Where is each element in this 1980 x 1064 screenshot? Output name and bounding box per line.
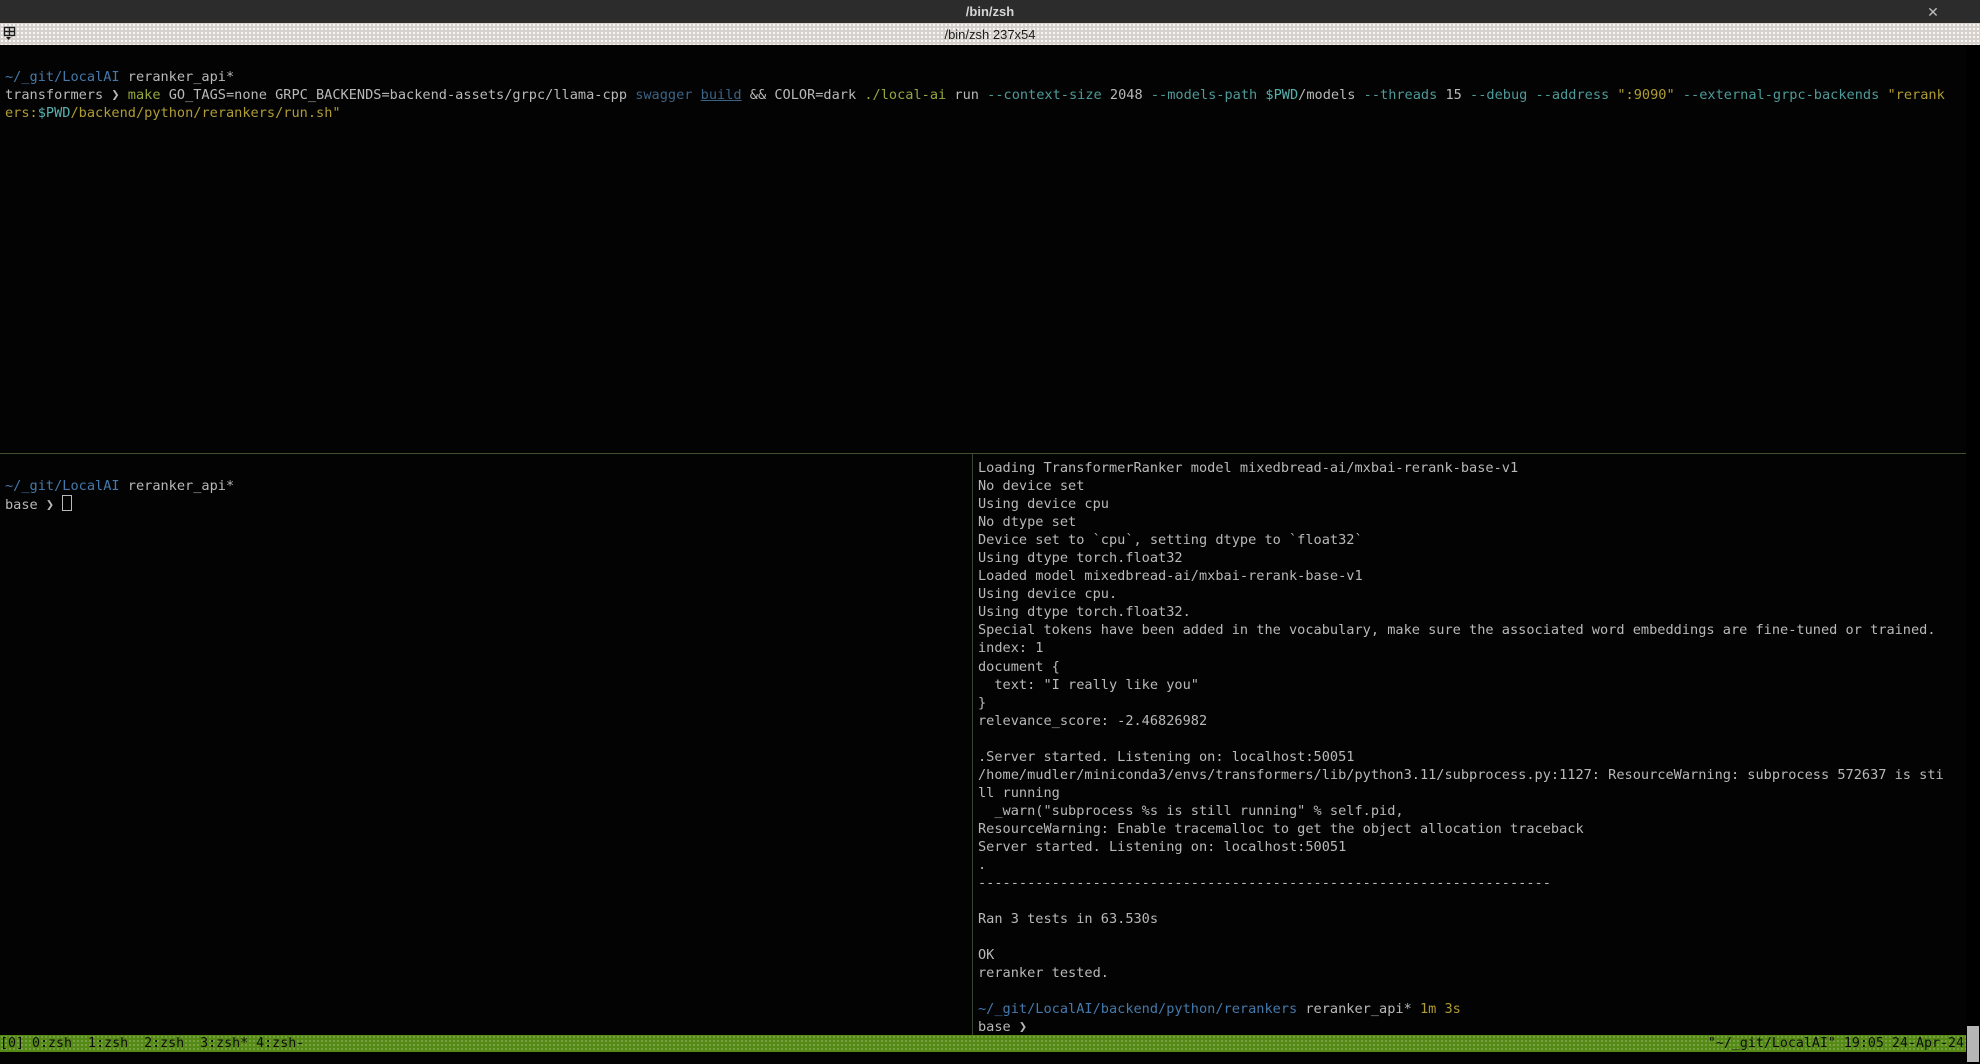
terminal-line: }	[978, 694, 1961, 712]
terminal-line: No dtype set	[978, 513, 1961, 531]
terminal-line: Server started. Listening on: localhost:…	[978, 838, 1961, 856]
terminal-line: ~/_git/LocalAI reranker_api*	[5, 477, 967, 495]
statusbar-path-clock: "~/_git/LocalAI" 19:05 24-Apr-24	[1708, 1035, 1964, 1052]
terminal-line: index: 1	[978, 639, 1961, 657]
terminal-line: Using dtype torch.float32	[978, 549, 1961, 567]
terminal-line: ~/_git/LocalAI/backend/python/rerankers …	[978, 1000, 1961, 1018]
terminal-line: Loaded model mixedbread-ai/mxbai-rerank-…	[978, 567, 1961, 585]
terminal-line: Device set to `cpu`, setting dtype to `f…	[978, 531, 1961, 549]
terminal-line: text: "I really like you"	[978, 676, 1961, 694]
terminal-line: _warn("subprocess %s is still running" %…	[978, 802, 1961, 820]
window-titlebar: /bin/zsh ✕	[0, 0, 1980, 23]
statusbar-windows[interactable]: [0] 0:zsh 1:zsh 2:zsh 3:zsh* 4:zsh-	[0, 1035, 304, 1052]
tmux-statusbar: [0] 0:zsh 1:zsh 2:zsh 3:zsh* 4:zsh- "~/_…	[0, 1035, 1966, 1052]
pane-bottom-right[interactable]: Loading TransformerRanker model mixedbre…	[973, 454, 1966, 1035]
terminal-line: ers:$PWD/backend/python/rerankers/run.sh…	[5, 104, 1961, 122]
terminal-line: No device set	[978, 477, 1961, 495]
terminal-line: ~/_git/LocalAI reranker_api*	[5, 68, 1961, 86]
terminal-line: Using dtype torch.float32.	[978, 603, 1961, 621]
terminal-line: /home/mudler/miniconda3/envs/transformer…	[978, 766, 1961, 784]
terminal-line: reranker tested.	[978, 964, 1961, 982]
terminal-line: .Server started. Listening on: localhost…	[978, 748, 1961, 766]
terminal-line: Ran 3 tests in 63.530s	[978, 910, 1961, 928]
terminal-line: ResourceWarning: Enable tracemalloc to g…	[978, 820, 1961, 838]
pane-top[interactable]: ~/_git/LocalAI reranker_api*transformers…	[0, 45, 1966, 453]
terminal-line: Special tokens have been added in the vo…	[978, 621, 1961, 639]
terminal-line: .	[978, 856, 1961, 874]
tab-title: /bin/zsh 237x54	[0, 27, 1980, 42]
terminal-line	[978, 730, 1961, 748]
terminal-line: Using device cpu.	[978, 585, 1961, 603]
terminal-line: OK	[978, 946, 1961, 964]
terminal-line	[5, 50, 1961, 68]
terminal-line: Using device cpu	[978, 495, 1961, 513]
scrollbar-thumb[interactable]	[1967, 1026, 1979, 1062]
terminal-line: base ❯	[978, 1018, 1961, 1035]
terminal-line: transformers ❯ make GO_TAGS=none GRPC_BA…	[5, 86, 1961, 104]
layout-grid-icon[interactable]	[3, 26, 19, 42]
close-icon[interactable]: ✕	[1924, 3, 1942, 21]
pane-bottom-left[interactable]: ~/_git/LocalAI reranker_api*base ❯	[0, 454, 972, 1035]
terminal-line: Loading TransformerRanker model mixedbre…	[978, 459, 1961, 477]
terminal-line: ----------------------------------------…	[978, 874, 1961, 892]
terminal-window: /bin/zsh ✕ /bin/zsh 237x54 ~/_git/LocalA…	[0, 0, 1980, 1064]
terminal-line	[978, 892, 1961, 910]
terminal-line	[5, 459, 967, 477]
terminal-area: ~/_git/LocalAI reranker_api*transformers…	[0, 45, 1980, 1064]
terminal-line: relevance_score: -2.46826982	[978, 712, 1961, 730]
window-title: /bin/zsh	[966, 4, 1014, 19]
terminal-line: document {	[978, 658, 1961, 676]
terminal-line: ll running	[978, 784, 1961, 802]
tab-bar[interactable]: /bin/zsh 237x54	[0, 23, 1980, 45]
scrollbar[interactable]	[1966, 45, 1980, 1064]
terminal-line: base ❯	[5, 495, 967, 513]
terminal-line	[978, 928, 1961, 946]
terminal-cursor	[62, 495, 72, 511]
terminal-line	[978, 982, 1961, 1000]
